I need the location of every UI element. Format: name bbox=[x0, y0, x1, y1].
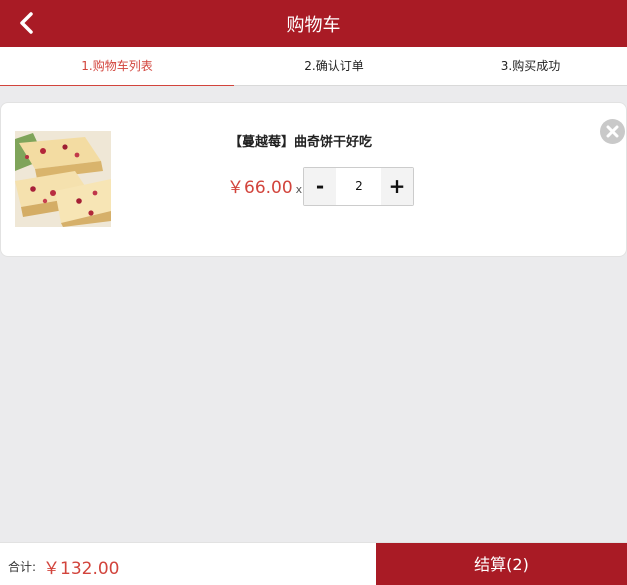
product-image[interactable] bbox=[15, 131, 111, 227]
step-cart-list[interactable]: 1.购物车列表 bbox=[0, 47, 234, 86]
price-line: ￥66.00 x bbox=[227, 173, 302, 198]
cookie-product-image bbox=[15, 131, 111, 227]
checkout-button[interactable]: 结算(2) bbox=[376, 543, 627, 585]
page-title: 购物车 bbox=[286, 15, 341, 36]
quantity-input[interactable] bbox=[337, 168, 381, 205]
step-confirm-order[interactable]: 2.确认订单 bbox=[234, 47, 434, 86]
top-bar: 购物车 bbox=[0, 0, 627, 47]
step-purchase-success[interactable]: 3.购买成功 bbox=[434, 47, 627, 86]
decrease-quantity-button[interactable]: - bbox=[304, 168, 336, 205]
quantity-stepper: - + bbox=[303, 167, 414, 206]
increase-quantity-button[interactable]: + bbox=[381, 168, 413, 205]
close-circle-icon bbox=[600, 119, 625, 144]
product-name[interactable]: 【蔓越莓】曲奇饼干好吃 bbox=[229, 131, 372, 150]
cart-item: 【蔓越莓】曲奇饼干好吃 ￥66.00x - + bbox=[0, 102, 627, 257]
total-label: 合计: bbox=[8, 560, 37, 574]
times-symbol: x bbox=[295, 183, 303, 196]
cart-footer: 合计: ￥132.00 结算(2) bbox=[0, 542, 627, 585]
checkout-steps: 1.购物车列表 2.确认订单 3.购买成功 bbox=[0, 47, 627, 86]
total-amount: ￥132.00 bbox=[43, 559, 120, 579]
product-price: ￥66.00 bbox=[227, 178, 293, 198]
remove-item-button[interactable] bbox=[600, 119, 625, 144]
